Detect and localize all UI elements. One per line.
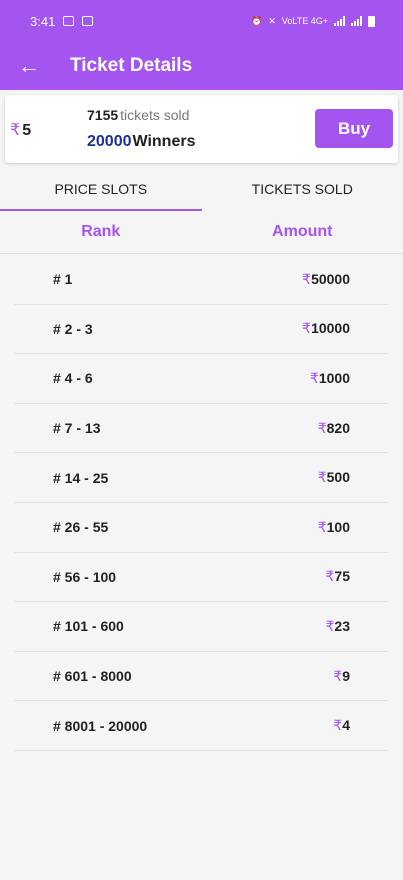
amount-cell: ₹820: [318, 420, 350, 437]
mail-icon: [82, 16, 94, 26]
table-row: # 4 - 6 ₹1000: [14, 354, 388, 404]
notification-icon: [63, 16, 75, 26]
rupee-icon: ₹: [333, 717, 343, 734]
amount-value: 9: [342, 667, 350, 684]
rank-header: Rank: [81, 223, 121, 240]
amount-value: 10000: [311, 320, 350, 337]
rank-cell: # 2 - 3: [53, 320, 93, 337]
alarm-icon: ⏰: [251, 15, 263, 26]
signal-icon: [334, 16, 345, 26]
mute-icon: ✕: [268, 15, 276, 26]
rupee-icon: ₹: [317, 469, 327, 486]
rank-cell: # 4 - 6: [53, 370, 93, 387]
table-row: # 56 - 100 ₹75: [14, 553, 388, 603]
amount-value: 100: [326, 518, 350, 535]
tab-price-slots[interactable]: PRICE SLOTS: [0, 166, 202, 211]
amount-cell: ₹100: [318, 519, 350, 536]
amount-value: 500: [326, 469, 350, 486]
amount-value: 1000: [318, 369, 350, 386]
winners-count: 20000: [87, 133, 132, 150]
status-bar: 3:41 ⏰ ✕ VoLTE 4G+: [0, 0, 403, 42]
amount-value: 50000: [311, 270, 350, 287]
table-row: # 26 - 55 ₹100: [14, 503, 388, 553]
price-value: 5: [22, 122, 32, 139]
amount-header: Amount: [272, 223, 333, 240]
amount-cell: ₹10000: [302, 320, 350, 337]
table-row: # 7 - 13 ₹820: [14, 404, 388, 454]
rank-cell: # 101 - 600: [53, 618, 124, 635]
rupee-icon: ₹: [317, 518, 327, 535]
rupee-icon: ₹: [333, 667, 343, 684]
app-bar: ← Ticket Details: [0, 42, 403, 90]
table-row: # 2 - 3 ₹10000: [14, 305, 388, 355]
table-row: # 14 - 25 ₹500: [14, 453, 388, 503]
arrow-left-icon[interactable]: ←: [18, 55, 58, 77]
ticket-card: ₹5 7155 tickets sold 20000Winners Buy: [5, 95, 398, 163]
amount-cell: ₹23: [326, 618, 351, 635]
tab-tickets-sold[interactable]: TICKETS SOLD: [202, 166, 403, 211]
rank-cell: # 601 - 8000: [53, 668, 132, 685]
rank-cell: # 56 - 100: [53, 568, 117, 585]
rank-cell: # 7 - 13: [53, 420, 101, 437]
rupee-icon: ₹: [302, 270, 312, 287]
rank-cell: # 26 - 55: [53, 519, 109, 536]
battery-icon: [368, 15, 375, 27]
table-row: # 101 - 600 ₹23: [14, 602, 388, 652]
page-title: Ticket Details: [70, 55, 193, 76]
tab-bar: PRICE SLOTS TICKETS SOLD: [0, 166, 403, 211]
tickets-sold-count: 7155: [87, 107, 119, 123]
amount-value: 23: [334, 617, 350, 634]
amount-cell: ₹1000: [310, 370, 350, 387]
rupee-icon: ₹: [317, 419, 327, 436]
prize-list: # 1 ₹50000 # 2 - 3 ₹10000 # 4 - 6 ₹1000 # 7…: [14, 255, 388, 751]
amount-cell: ₹75: [326, 568, 351, 585]
tickets-sold-label: tickets sold: [120, 107, 190, 123]
tickets-sold: 7155 tickets sold: [87, 107, 189, 123]
signal-icon-2: [351, 16, 362, 26]
amount-cell: ₹500: [318, 469, 350, 486]
amount-cell: ₹4: [333, 717, 350, 734]
rank-cell: # 8001 - 20000: [53, 717, 148, 734]
rupee-icon: ₹: [10, 122, 21, 139]
table-row: # 8001 - 20000 ₹4: [14, 701, 388, 751]
rank-cell: # 14 - 25: [53, 469, 109, 486]
buy-button[interactable]: Buy: [315, 109, 393, 148]
table-row: # 601 - 8000 ₹9: [14, 652, 388, 702]
rupee-icon: ₹: [302, 320, 312, 337]
status-left: 3:41: [30, 13, 94, 29]
amount-cell: ₹9: [333, 668, 350, 685]
amount-cell: ₹50000: [302, 271, 350, 288]
table-header: Rank Amount: [0, 211, 403, 254]
rupee-icon: ₹: [309, 369, 319, 386]
amount-value: 4: [342, 717, 350, 734]
winners: 20000Winners: [87, 133, 195, 151]
status-right: ⏰ ✕ VoLTE 4G+: [251, 15, 375, 27]
network-label: VoLTE 4G+: [281, 16, 328, 26]
amount-value: 820: [326, 419, 350, 436]
ticket-price: ₹5: [10, 120, 31, 140]
amount-value: 75: [334, 568, 350, 585]
rank-cell: # 1: [53, 271, 73, 288]
winners-label: Winners: [132, 133, 196, 150]
table-row: # 1 ₹50000: [14, 255, 388, 305]
status-time: 3:41: [30, 13, 56, 29]
